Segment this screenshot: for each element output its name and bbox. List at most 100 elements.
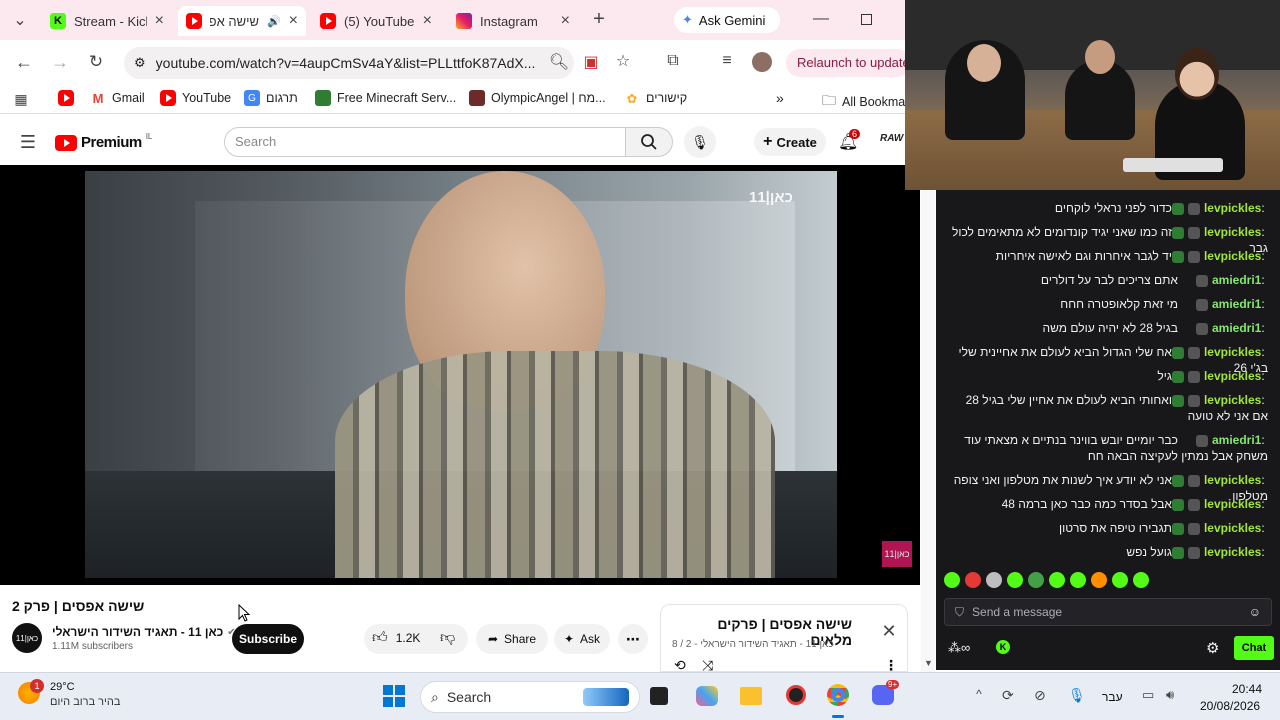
more-actions-button[interactable]: ⋯ (618, 624, 648, 654)
emote-icon[interactable] (944, 572, 960, 588)
taskbar-search[interactable]: ⌕ Search (420, 681, 640, 713)
emoji-icon[interactable]: ☺ (1249, 605, 1261, 619)
start-button[interactable] (383, 685, 405, 707)
forward-icon[interactable]: → (50, 52, 70, 72)
chat-username[interactable]: levpickles (1204, 497, 1261, 511)
back-icon[interactable]: ← (14, 52, 34, 72)
kick-logo-icon[interactable]: K (996, 640, 1010, 654)
app-copilot[interactable] (696, 686, 718, 706)
chat-username[interactable]: levpickles (1204, 249, 1261, 263)
chat-username[interactable]: levpickles (1204, 545, 1261, 559)
chat-username[interactable]: levpickles (1204, 225, 1261, 239)
all-bookmarks[interactable]: 🗀 All Bookma (822, 90, 905, 114)
close-tab-icon[interactable]: × (423, 12, 432, 30)
cast-icon[interactable]: ▣ (582, 53, 600, 71)
volume-icon[interactable]: 🔊︎ (1166, 687, 1174, 703)
search-button[interactable] (625, 127, 673, 157)
apps-grid-icon[interactable]: ▦ (12, 90, 30, 108)
chat-input[interactable]: ⛉ Send a message ☺ (944, 598, 1272, 626)
emote-icon[interactable] (1133, 572, 1149, 588)
close-playlist-icon[interactable]: ✕ (880, 621, 898, 641)
emote-icon[interactable] (1070, 572, 1086, 588)
channel-name-text[interactable]: כאן 11 - תאגיד השידור הישראלי (52, 625, 223, 639)
minimize-icon[interactable]: — (810, 8, 832, 30)
channel-name[interactable]: כאן 11 - תאגיד השידור הישראלי ✔ (52, 625, 236, 639)
media-controls-icon[interactable]: ≡ (718, 52, 736, 70)
emote-icon[interactable] (965, 572, 981, 588)
app-recorder[interactable] (786, 685, 806, 705)
weather-widget[interactable]: 1 29°C בהיר ברוב היום (18, 679, 138, 714)
clock-time[interactable]: 20:44 (1232, 682, 1262, 696)
site-info-icon[interactable]: ⚙ (134, 55, 146, 71)
channel-avatar[interactable]: 11|כאן (12, 623, 42, 653)
chat-username[interactable]: amiedri1 (1212, 321, 1261, 335)
bookmark-olympicangel[interactable]: OlympicAngel | מח... (469, 90, 606, 106)
bookmark-youtube[interactable]: YouTube (160, 90, 231, 106)
tab-search-chevron-icon[interactable]: ⌄ (10, 10, 30, 30)
maximize-icon[interactable] (861, 14, 872, 25)
ask-button[interactable]: ✦ Ask (554, 624, 610, 654)
network-icon[interactable]: ▭ (1142, 687, 1154, 703)
new-tab-button[interactable]: + (589, 8, 609, 30)
chat-send-button[interactable]: Chat (1234, 636, 1274, 660)
subscribe-button[interactable]: Subscribe (232, 624, 304, 654)
zoom-icon[interactable]: 🔍︎ (549, 53, 569, 71)
relaunch-button[interactable]: Relaunch to update (786, 49, 911, 77)
chat-username[interactable]: amiedri1 (1212, 297, 1261, 311)
emote-icon[interactable] (1112, 572, 1128, 588)
clock-date[interactable]: 20/08/2026 (1200, 699, 1260, 713)
account-avatar[interactable]: RAW (880, 133, 903, 151)
search-input[interactable]: Search (224, 127, 626, 157)
ask-gemini-button[interactable]: ✦ Ask Gemini (674, 7, 780, 33)
menu-icon[interactable]: ☰ (18, 132, 38, 152)
share-button[interactable]: ➦ Share (476, 624, 548, 654)
tab-instagram[interactable]: Instagram × (448, 6, 578, 36)
sync-icon[interactable]: ⟳ (1002, 687, 1014, 704)
chat-username[interactable]: levpickles (1204, 521, 1261, 535)
reload-icon[interactable]: ↻ (86, 52, 106, 72)
more-bookmarks-icon[interactable]: » (776, 90, 784, 106)
close-tab-icon[interactable]: × (155, 12, 164, 30)
app-file-explorer[interactable] (740, 687, 762, 705)
chat-username[interactable]: levpickles (1204, 473, 1261, 487)
chat-username[interactable]: levpickles (1204, 201, 1261, 215)
speaker-icon[interactable]: 🔊 (267, 15, 281, 28)
chat-username[interactable]: levpickles (1204, 345, 1261, 359)
tab-kick[interactable]: K Stream - Kick × (42, 6, 172, 36)
emote-icon[interactable] (1007, 572, 1023, 588)
emote-icon[interactable] (1049, 572, 1065, 588)
chat-username[interactable]: levpickles (1204, 369, 1261, 383)
chat-username[interactable]: amiedri1 (1212, 273, 1261, 287)
emote-icon[interactable] (986, 572, 1002, 588)
bookmark-translate[interactable]: G תרגום (244, 90, 298, 106)
video-frame[interactable]: 11|כאן (85, 171, 837, 578)
community-icon[interactable]: ⁂∞ (948, 640, 970, 656)
bookmark-youtube-only[interactable] (58, 90, 74, 106)
notifications-button[interactable]: 🔔︎ 6 (838, 129, 861, 152)
tab-youtube-active[interactable]: שישה אפסים 🔊 × (178, 6, 306, 36)
app-terminal[interactable] (650, 687, 668, 705)
chat-username[interactable]: amiedri1 (1212, 433, 1261, 447)
create-button[interactable]: + Create (754, 128, 826, 156)
page-scrollbar[interactable] (921, 165, 935, 672)
close-tab-icon[interactable]: × (561, 12, 570, 30)
emote-icon[interactable] (1028, 572, 1044, 588)
bookmark-minecraft[interactable]: Free Minecraft Serv... (315, 90, 456, 106)
bookmark-gmail[interactable]: M Gmail (90, 90, 145, 106)
dislike-button[interactable]: 👎︎ (440, 629, 455, 647)
app-chrome[interactable] (827, 684, 849, 706)
youtube-premium-logo[interactable]: Premium IL (55, 132, 152, 151)
profile-avatar[interactable] (752, 52, 772, 72)
url-text[interactable]: youtube.com/watch?v=4aupCmSv4aY&list=PLL… (156, 55, 536, 71)
url-bar[interactable]: ⚙ youtube.com/watch?v=4aupCmSv4aY&list=P… (124, 47, 574, 79)
vpn-off-icon[interactable]: ⊘ (1034, 687, 1046, 704)
settings-icon[interactable]: ⚙ (1206, 639, 1219, 657)
chat-username[interactable]: levpickles (1204, 393, 1261, 407)
language-indicator[interactable]: עבר (1102, 690, 1123, 704)
like-button[interactable]: 👍︎ 1.2K (372, 629, 420, 647)
tab-youtube-home[interactable]: (5) YouTube × (312, 6, 440, 36)
scroll-down-icon[interactable]: ▼ (924, 658, 933, 668)
voice-search-button[interactable]: 🎙︎ (684, 126, 716, 158)
close-tab-icon[interactable]: × (289, 12, 298, 30)
bookmark-links[interactable]: ✿ קישורים (624, 90, 687, 106)
